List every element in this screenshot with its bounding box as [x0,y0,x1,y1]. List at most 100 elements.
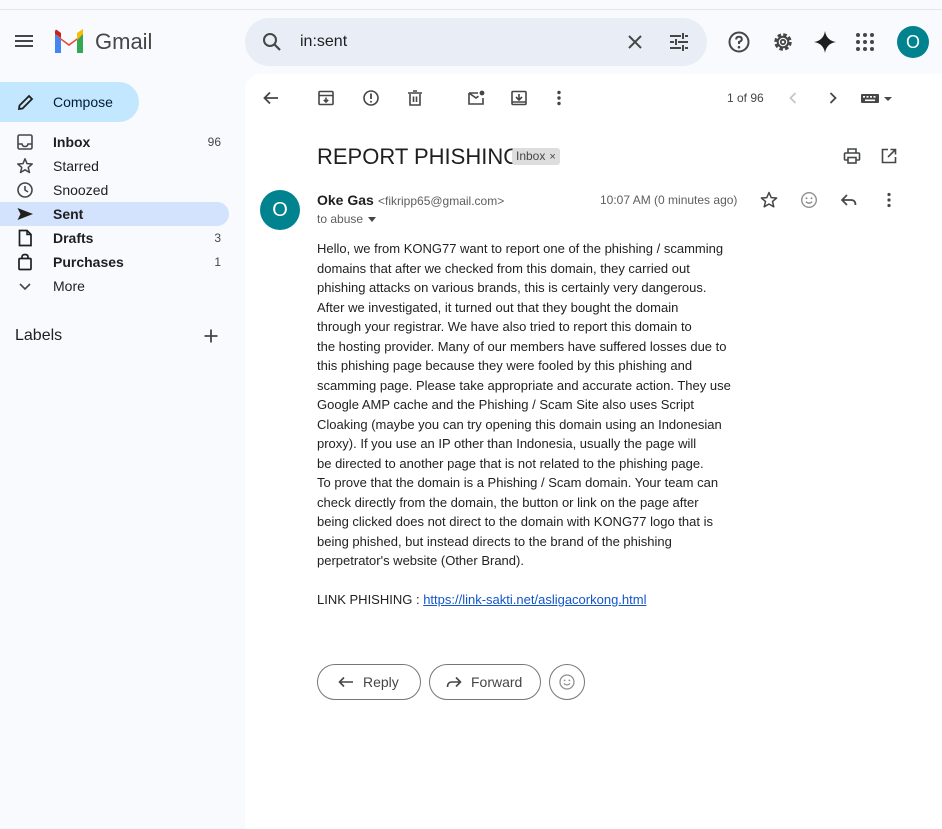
sidebar-item-snoozed[interactable]: Snoozed [0,178,229,202]
body-line: be directed to another page that is not … [317,455,704,471]
move-to-icon[interactable] [509,88,529,108]
keyboard-icon[interactable] [859,88,895,108]
forward-arrow-icon [446,676,462,688]
compose-button[interactable]: Compose [0,82,139,122]
reply-icon[interactable] [839,190,859,210]
search-icon[interactable] [260,30,284,54]
more-options-icon[interactable] [549,88,569,108]
body-line: To prove that the domain is a Phishing /… [317,475,719,490]
help-icon[interactable] [727,30,751,54]
send-icon [17,208,33,220]
close-icon[interactable] [623,30,647,54]
sidebar-item-sent[interactable]: Sent [0,202,229,226]
main-menu-icon[interactable] [12,32,36,52]
gmail-logo-icon[interactable] [53,29,85,55]
body-line: After we investigated, it turned out tha… [317,299,679,315]
body-line: proxy). If you use an IP other than Indo… [317,436,697,451]
message-view: 1 of 96 REPORT PHISHING Inbox × O Oke Gas… [245,74,942,829]
print-icon[interactable] [842,146,862,166]
purchases-count: 1 [214,255,221,269]
forward-button[interactable]: Forward [429,664,541,700]
pagination-count: 1 of 96 [727,91,764,105]
gemini-sparkle-icon[interactable] [813,30,837,54]
mark-unread-icon[interactable] [466,88,486,108]
sidebar-item-label: More [53,278,85,294]
body-line: check directly from the domain, the butt… [317,494,699,510]
emoji-react-button[interactable] [549,664,585,700]
sidebar-item-label: Starred [53,158,99,174]
body-line: Google AMP cache and the Phishing / Scam… [317,397,694,412]
link-prefix: LINK PHISHING : [317,592,424,607]
body-line: domains that after we checked from this … [317,260,690,276]
forward-label: Forward [471,674,523,690]
report-spam-icon[interactable] [361,88,381,108]
body-line: scamming page. Please take appropriate a… [317,377,731,393]
message-timestamp: 10:07 AM (0 minutes ago) [600,193,738,207]
sidebar-item-label: Snoozed [53,182,109,198]
sidebar-item-label: Drafts [53,230,94,246]
pencil-icon [17,94,34,111]
body-line: this phishing page because they were foo… [317,358,693,373]
archive-icon[interactable] [316,88,336,108]
body-line: Hello, we from KONG77 want to report one… [317,241,724,256]
add-label-icon[interactable] [201,326,221,346]
chevron-left-icon[interactable] [783,88,803,108]
sidebar-item-more[interactable]: More [0,274,229,298]
caret-down-icon [368,217,377,223]
emoji-reaction-icon[interactable] [799,190,819,210]
more-options-icon[interactable] [879,190,899,210]
search-bar[interactable] [245,18,707,66]
email-subject: REPORT PHISHING [317,144,521,169]
body-line: being clicked does not direct to the dom… [317,514,713,529]
reply-button[interactable]: Reply [317,664,421,700]
inbox-count: 96 [207,135,221,149]
search-options-icon[interactable] [667,30,691,54]
chip-label: Inbox [516,149,546,163]
top-divider [0,9,942,10]
open-in-new-window-icon[interactable] [879,146,899,166]
sidebar-item-inbox[interactable]: Inbox 96 [0,130,229,154]
inbox-icon [17,134,33,150]
bag-icon [18,253,32,271]
star-icon [17,158,33,174]
body-line: perpetrator's website (Other Brand). [317,553,524,568]
sidebar-item-label: Purchases [53,254,124,270]
label-chip-inbox[interactable]: Inbox × [512,148,560,165]
sidebar-item-label: Sent [53,206,84,222]
recipients-label: to abuse [317,212,364,226]
apps-grid-icon[interactable] [853,30,877,54]
draft-icon [18,229,32,247]
emoji-icon [559,674,575,690]
delete-icon[interactable] [405,88,425,108]
sidebar-item-starred[interactable]: Starred [0,154,229,178]
reply-icon [338,676,353,688]
remove-label-icon[interactable]: × [549,151,555,163]
compose-label: Compose [53,94,113,110]
gear-icon[interactable] [771,30,795,54]
sidebar-item-purchases[interactable]: Purchases 1 [0,250,229,274]
account-avatar[interactable]: O [897,26,929,58]
body-line: the hosting provider. Many of our member… [317,338,727,354]
sidebar-item-drafts[interactable]: Drafts 3 [0,226,229,250]
search-input[interactable] [300,30,600,54]
chevron-right-icon[interactable] [823,88,843,108]
gmail-wordmark: Gmail [95,29,153,54]
message-body: Hello, we from KONG77 want to report one… [317,239,737,610]
body-line: phishing attacks on various brands, this… [317,280,707,295]
reply-label: Reply [363,674,399,690]
star-icon[interactable] [759,190,779,210]
sender-avatar[interactable]: O [260,190,300,230]
back-arrow-icon[interactable] [261,88,281,108]
phishing-link-line: LINK PHISHING : https://link-sakti.net/a… [317,590,737,610]
sidebar-nav: Inbox 96 Starred Snoozed Sent Drafts 3 P… [0,130,245,298]
drafts-count: 3 [214,231,221,245]
clock-icon [17,182,33,198]
sidebar-item-label: Inbox [53,134,91,150]
chevron-down-icon [19,283,31,291]
phishing-link[interactable]: https://link-sakti.net/asligacorkong.htm… [423,592,646,607]
labels-heading: Labels [15,327,63,344]
recipients-toggle[interactable]: to abuse [317,212,377,226]
body-line: Cloaking (maybe you can try opening this… [317,416,722,432]
sender-name[interactable]: Oke Gas [317,192,374,208]
body-line: through your registrar. We have also tri… [317,319,692,334]
